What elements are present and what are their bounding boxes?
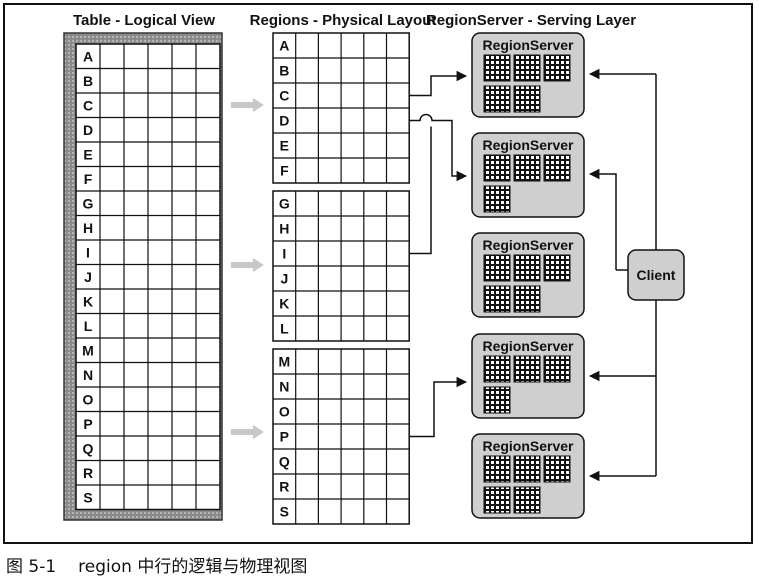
hosted-region-icon <box>483 386 511 414</box>
connector-region-to-server <box>409 113 468 182</box>
region-server-label: RegionServer <box>482 137 574 153</box>
row-key-label: B <box>83 73 93 89</box>
hosted-region-icon <box>483 85 511 113</box>
region-server-label: RegionServer <box>482 338 574 354</box>
region-server-label: RegionServer <box>482 237 574 253</box>
row-key-label: L <box>84 318 93 334</box>
row-key-label: C <box>83 97 93 113</box>
connector-region-to-server <box>409 376 468 438</box>
row-key-label: R <box>83 465 93 481</box>
flow-arrow-shaft <box>231 429 253 435</box>
connector-region-to-server <box>409 70 468 97</box>
client-group: Client <box>588 68 685 482</box>
hosted-region-icon <box>483 154 511 182</box>
region-server-label: RegionServer <box>482 37 574 53</box>
row-key-label: O <box>83 391 94 407</box>
hosted-region-icon <box>543 254 571 282</box>
row-key-label: G <box>83 195 94 211</box>
hosted-region-icon <box>483 355 511 383</box>
hosted-region-icon <box>543 154 571 182</box>
heading-physical-layout: Regions - Physical Layout <box>250 12 437 29</box>
hosted-region-icon <box>543 54 571 82</box>
row-key-label: N <box>279 379 289 395</box>
hosted-region-icon <box>513 285 541 313</box>
client-arrow <box>588 168 617 270</box>
row-key-label: F <box>84 171 93 187</box>
hosted-region-icon <box>513 154 541 182</box>
hosted-region-icon <box>513 455 541 483</box>
flow-arrow-head <box>253 98 264 112</box>
physical-regions: ABCDEF GHIJKL MNOPQRS <box>272 32 410 525</box>
logical-table: ABCDEFGHIJKLMNOPQRS <box>63 32 223 521</box>
flow-arrow-head <box>253 258 264 272</box>
hosted-region-icon <box>513 54 541 82</box>
row-key-label: M <box>279 354 291 370</box>
hosted-region-icon <box>483 54 511 82</box>
row-key-label: A <box>279 38 289 54</box>
row-key-label: K <box>83 293 93 309</box>
logical-to-physical-arrows <box>231 98 264 439</box>
row-key-label: J <box>280 271 288 287</box>
row-key-label: S <box>280 504 289 520</box>
flow-arrow-shaft <box>231 262 253 268</box>
region-servers: RegionServer RegionServer RegionServer Regi… <box>471 32 585 519</box>
row-key-label: I <box>282 246 286 262</box>
row-key-label: O <box>279 404 290 420</box>
row-key-label: S <box>83 489 92 505</box>
hosted-region-icon <box>483 455 511 483</box>
row-key-label: D <box>279 113 289 129</box>
row-key-label: N <box>83 367 93 383</box>
row-key-label: E <box>83 146 92 162</box>
row-key-label: P <box>83 416 92 432</box>
row-key-label: A <box>83 48 93 64</box>
flow-arrow-head <box>253 425 264 439</box>
row-key-label: Q <box>279 454 290 470</box>
row-key-label: G <box>279 196 290 212</box>
row-key-label: H <box>279 221 289 237</box>
hosted-region-icon <box>513 85 541 113</box>
row-key-label: H <box>83 220 93 236</box>
row-key-label: L <box>280 321 289 337</box>
hbase-region-diagram: Table - Logical View Regions - Physical … <box>63 12 685 525</box>
row-key-label: P <box>280 429 289 445</box>
hosted-region-icon <box>513 254 541 282</box>
row-key-label: M <box>82 342 94 358</box>
hosted-region-icon <box>543 355 571 383</box>
hosted-region-icon <box>483 486 511 514</box>
row-key-label: J <box>84 269 92 285</box>
hosted-region-icon <box>513 355 541 383</box>
heading-serving-layer: RegionServer - Serving Layer <box>426 12 636 29</box>
flow-arrow-shaft <box>231 102 253 108</box>
row-key-label: C <box>279 88 289 104</box>
hosted-region-icon <box>483 285 511 313</box>
caption-number: 图 5-1 <box>6 557 57 577</box>
heading-logical-view: Table - Logical View <box>73 12 215 29</box>
row-key-label: E <box>280 138 289 154</box>
region-server-label: RegionServer <box>482 438 574 454</box>
connector-region-to-server <box>409 126 432 255</box>
figure-caption: 图 5-1 region 中行的逻辑与物理视图 <box>6 552 307 577</box>
hosted-region-icon <box>483 185 511 213</box>
hosted-region-icon <box>543 455 571 483</box>
hosted-region-icon <box>513 486 541 514</box>
row-key-label: I <box>86 244 90 260</box>
caption-text: region 中行的逻辑与物理视图 <box>78 557 308 577</box>
client-label: Client <box>637 267 676 283</box>
row-key-label: D <box>83 122 93 138</box>
row-key-label: Q <box>83 440 94 456</box>
row-key-label: F <box>280 163 289 179</box>
hosted-region-icon <box>483 254 511 282</box>
region-to-server-connectors <box>409 70 468 438</box>
row-key-label: K <box>279 296 289 312</box>
row-key-label: B <box>279 63 289 79</box>
row-key-label: R <box>279 479 289 495</box>
